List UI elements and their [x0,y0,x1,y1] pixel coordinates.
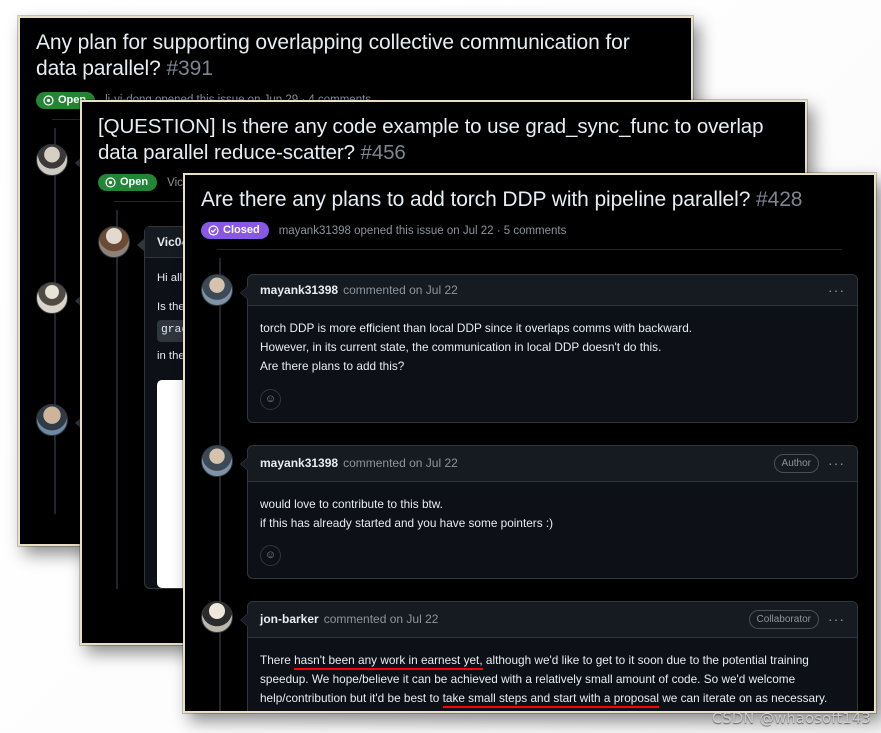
comment-line: Are there plans to add this? [260,359,405,374]
comment-author[interactable]: mayank31398 [260,283,338,297]
comment-header: mayank31398 commented on Jul 22 ··· [248,275,857,307]
text-segment: There [260,652,295,667]
highlighted-text: take small steps and start with a propos… [442,691,659,709]
smiley-icon[interactable]: ☺ [260,544,281,566]
avatar[interactable] [201,274,233,307]
role-badge-author: Author [773,453,819,473]
comment-line: However, in its current state, the commu… [260,340,662,355]
smiley-icon[interactable]: ☺ [260,388,281,410]
status-badge-label: Open [120,176,149,189]
avatar[interactable] [98,226,130,259]
issue-title-text: Are there any plans to add torch DDP wit… [201,188,751,211]
comment-author[interactable]: mayank31398 [260,456,338,470]
comment-rich-line: There hasn't been any work in earnest ye… [260,651,845,711]
list-item[interactable]: mayank31398 commented on Jul 22 Author ·… [201,444,858,579]
status-badge-label: Closed [223,224,260,237]
issue-title-text: Any plan for supporting overlapping coll… [36,31,630,81]
avatar[interactable] [36,143,68,176]
issue-number: #456 [360,140,406,164]
issue-open-icon [43,94,54,106]
more-options-icon[interactable]: ··· [828,612,845,626]
page-title-456: [QUESTION] Is there any code example to … [98,114,789,165]
timeline-428: mayank31398 commented on Jul 22 ··· torc… [185,258,874,711]
issue-number: #428 [756,188,803,211]
role-badge-collaborator: Collaborator [748,609,819,629]
issue-card-428[interactable]: Are there any plans to add torch DDP wit… [183,173,876,713]
comment-timestamp: commented on Jul 22 [343,283,458,298]
screenshot-stage: Any plan for supporting overlapping coll… [0,0,881,733]
comment-body: torch DDP is more efficient than local D… [248,306,857,382]
reaction-row: ☺ [248,539,857,578]
avatar[interactable] [201,444,233,477]
comment-bubble: mayank31398 commented on Jul 22 ··· torc… [240,274,858,423]
comment-bubble: jon-barker commented on Jul 22 Collabora… [240,600,858,711]
issue-meta-text: mayank31398 opened this issue on Jul 22 … [278,224,567,237]
comment-timestamp: commented on Jul 22 [343,456,458,471]
issue-number: #391 [166,57,213,81]
comment-header: jon-barker commented on Jul 22 Collabora… [248,601,857,638]
comment-line: torch DDP is more efficient than local D… [260,321,693,336]
comment-body: There hasn't been any work in earnest ye… [248,638,857,711]
issue-closed-icon [208,225,219,236]
list-item[interactable]: mayank31398 commented on Jul 22 ··· torc… [201,274,858,423]
more-options-icon[interactable]: ··· [828,456,845,470]
more-options-icon[interactable]: ··· [828,283,845,297]
comment-line: if this has already started and you have… [260,515,554,530]
page-title-391: Any plan for supporting overlapping coll… [36,30,675,83]
issue-title-text: [QUESTION] Is there any code example to … [98,115,764,164]
watermark: CSDN @whaosoft143 [712,711,871,727]
comment-timestamp: commented on Jul 22 [323,612,439,627]
comment-author[interactable]: jon-barker [260,612,319,626]
issue-open-icon [105,177,116,188]
comment-line: would love to contribute to this btw. [260,496,443,511]
comment-header: mayank31398 commented on Jul 22 Author ·… [248,445,857,482]
page-title-428: Are there any plans to add torch DDP wit… [201,187,858,213]
comment-bubble: mayank31398 commented on Jul 22 Author ·… [240,444,858,579]
highlighted-text: hasn't been any work in earnest yet, [294,652,483,670]
status-badge-open[interactable]: Open [98,174,158,192]
list-item[interactable]: jon-barker commented on Jul 22 Collabora… [201,600,858,711]
comment-body: would love to contribute to this btw. if… [248,482,857,539]
status-badge-closed[interactable]: Closed [201,222,269,240]
header-divider [217,249,842,251]
avatar[interactable] [201,600,233,633]
avatar[interactable] [36,403,68,436]
avatar[interactable] [36,281,68,314]
issue-header-428: Are there any plans to add torch DDP wit… [185,175,874,259]
reaction-row: ☺ [248,383,857,422]
issue-meta-row-428: Closed mayank31398 opened this issue on … [201,222,858,240]
